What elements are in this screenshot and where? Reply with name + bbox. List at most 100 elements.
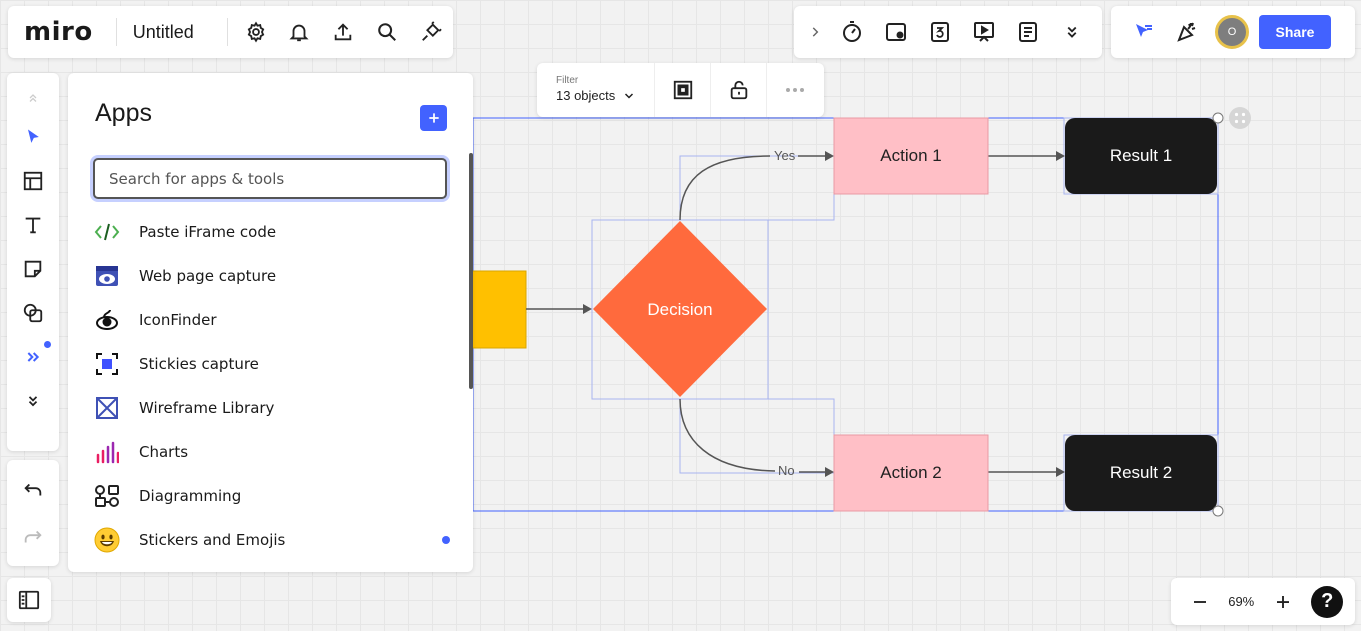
add-app-button[interactable] [420, 105, 447, 131]
start-shape[interactable] [465, 270, 527, 349]
sidebar-toggle-icon [17, 589, 41, 611]
notes-icon[interactable] [1006, 10, 1050, 54]
chevron-right-icon[interactable] [800, 10, 830, 54]
arrowhead [825, 151, 834, 161]
bell-icon[interactable] [277, 10, 321, 54]
app-label: Stickers and Emojis [139, 531, 286, 549]
app-label: IconFinder [139, 311, 217, 329]
drag-handle-icon[interactable] [1229, 107, 1251, 129]
zoom-in-icon[interactable] [1266, 585, 1300, 619]
countdown-icon[interactable] [918, 10, 962, 54]
stickies-capture-icon [90, 347, 124, 381]
more-tools-icon[interactable] [11, 335, 55, 379]
apps-panel-title: Apps [95, 99, 152, 127]
shapes-icon[interactable] [11, 291, 55, 335]
gear-icon[interactable] [234, 10, 278, 54]
arrowhead [825, 467, 834, 477]
app-item-diagramming[interactable]: Diagramming [90, 474, 450, 518]
apps-scrollbar[interactable] [469, 153, 473, 389]
app-item-paste-iframe[interactable]: Paste iFrame code [90, 210, 450, 254]
app-item-stickies-capture[interactable]: Stickies capture [90, 342, 450, 386]
object-count: 13 objects [556, 88, 616, 103]
charts-icon [90, 435, 124, 469]
app-item-charts[interactable]: Charts [90, 430, 450, 474]
zoom-out-icon[interactable] [1183, 585, 1217, 619]
presentation-icon[interactable] [962, 10, 1006, 54]
left-toolbar [7, 73, 59, 451]
filter-dropdown[interactable]: Filter 13 objects [537, 63, 655, 117]
text-tool-icon[interactable] [11, 203, 55, 247]
connector-bbox [679, 398, 835, 474]
apps-list: Paste iFrame code Web page capture IconF… [90, 210, 450, 562]
wireframe-icon [90, 391, 124, 425]
card-icon[interactable] [874, 10, 918, 54]
avatar[interactable]: O [1215, 15, 1249, 49]
help-button[interactable]: ? [1311, 585, 1344, 618]
app-label: Diagramming [139, 487, 242, 505]
zoom-level[interactable]: 69% [1228, 594, 1254, 609]
celebrate-icon[interactable] [1165, 10, 1209, 54]
share-toolbar: O Share [1111, 6, 1355, 58]
result-2-label: Result 2 [1110, 463, 1172, 482]
plug-icon[interactable] [409, 10, 453, 54]
unlock-icon[interactable] [711, 63, 767, 117]
result-1-label: Result 1 [1110, 146, 1172, 165]
app-label: Paste iFrame code [139, 223, 277, 241]
connector-bbox [679, 155, 835, 221]
resize-handle[interactable] [1212, 112, 1224, 124]
app-label: Charts [139, 443, 189, 461]
chevron-down-icon [623, 90, 635, 102]
app-item-iconfinder[interactable]: IconFinder [90, 298, 450, 342]
share-button[interactable]: Share [1259, 15, 1331, 49]
sticky-note-icon[interactable] [11, 247, 55, 291]
connector-no[interactable] [679, 398, 776, 472]
collaboration-toolbar [794, 6, 1102, 58]
selection-toolbar: Filter 13 objects [537, 63, 824, 117]
app-item-stickers-emojis[interactable]: Stickers and Emojis [90, 518, 450, 562]
apps-panel: Apps Paste iFrame code Web page capture … [68, 73, 473, 572]
timer-icon[interactable] [830, 10, 874, 54]
web-capture-icon [90, 259, 124, 293]
help-icon: ? [1321, 590, 1334, 612]
iconfinder-icon [90, 303, 124, 337]
action-1-label: Action 1 [880, 146, 941, 165]
plus-icon [428, 113, 439, 123]
chevron-double-down-icon[interactable] [1050, 10, 1094, 54]
divider [115, 18, 117, 46]
redo-icon[interactable] [11, 517, 55, 557]
board-panel-button[interactable] [7, 578, 51, 622]
notification-dot [44, 341, 51, 348]
chevron-up-icon[interactable] [11, 81, 55, 115]
new-badge-dot [442, 536, 450, 544]
zoom-controls: 69% ? [1171, 578, 1355, 625]
decision-label: Decision [647, 300, 712, 319]
action-2-label: Action 2 [880, 463, 941, 482]
apps-search-input[interactable] [93, 158, 447, 199]
app-item-web-capture[interactable]: Web page capture [90, 254, 450, 298]
board-title[interactable]: Untitled [123, 22, 221, 43]
frame-selection-icon[interactable] [655, 63, 711, 117]
app-item-wireframe-library[interactable]: Wireframe Library [90, 386, 450, 430]
diagramming-icon [90, 479, 124, 513]
templates-icon[interactable] [11, 159, 55, 203]
top-left-toolbar: miro Untitled [8, 6, 453, 58]
emoji-icon [90, 523, 124, 557]
resize-handle[interactable] [1212, 505, 1224, 517]
app-label: Web page capture [139, 267, 277, 285]
select-cursor-icon[interactable] [11, 115, 55, 159]
miro-logo[interactable]: miro [24, 17, 110, 47]
no-label: No [778, 463, 795, 478]
connector-yes[interactable] [679, 155, 771, 221]
avatar-initial: O [1227, 26, 1237, 38]
search-icon[interactable] [365, 10, 409, 54]
chevron-double-down-icon[interactable] [11, 379, 55, 423]
app-label: Stickies capture [139, 355, 259, 373]
more-options-icon[interactable] [767, 63, 823, 117]
upload-icon[interactable] [321, 10, 365, 54]
cursor-reactions-icon[interactable] [1121, 10, 1165, 54]
filter-label: Filter [556, 75, 579, 86]
app-label: Wireframe Library [139, 399, 275, 417]
undo-icon[interactable] [11, 470, 55, 510]
arrowhead [583, 304, 592, 314]
undo-redo-panel [7, 460, 59, 566]
